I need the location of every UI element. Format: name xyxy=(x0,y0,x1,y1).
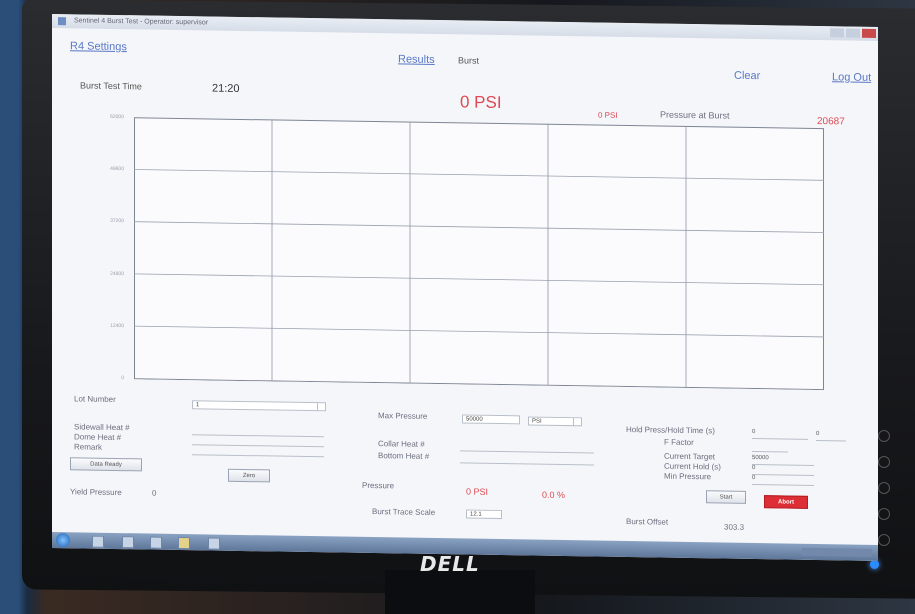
chevron-down-icon xyxy=(573,418,581,427)
start-button[interactable]: Start xyxy=(706,490,746,504)
pressure-at-burst-label: Pressure at Burst xyxy=(660,109,730,121)
results-tab[interactable]: Results xyxy=(398,53,435,66)
window-title: Sentinel 4 Burst Test - Operator: superv… xyxy=(74,17,209,27)
current-target-label: Current Target xyxy=(664,451,715,462)
taskbar-folder-icon[interactable] xyxy=(178,536,190,550)
zero-button[interactable]: Zero xyxy=(228,468,270,483)
y-tick-label: 49600 xyxy=(110,166,124,173)
burst-trace-scale-label: Burst Trace Scale xyxy=(372,507,436,518)
app-window: Sentinel 4 Burst Test - Operator: superv… xyxy=(52,14,878,561)
taskbar-explorer-icon[interactable] xyxy=(92,535,104,548)
bottom-heat-field[interactable] xyxy=(460,453,594,466)
collar-heat-field[interactable] xyxy=(460,441,594,454)
taskbar-app-icon[interactable] xyxy=(150,536,162,549)
hold-press-input[interactable]: 0 xyxy=(752,428,808,440)
plot-frame xyxy=(134,117,824,391)
f-factor-label: F Factor xyxy=(664,437,694,448)
remark-field[interactable] xyxy=(192,445,324,458)
lot-number-label: Lot Number xyxy=(74,394,116,405)
yield-pressure-value: 0 xyxy=(152,488,157,498)
max-pressure-label: Max Pressure xyxy=(378,411,428,421)
yield-pressure-label: Yield Pressure xyxy=(70,487,122,498)
burst-test-time-value: 21:20 xyxy=(212,82,240,95)
max-pressure-input[interactable]: 50000 xyxy=(462,414,520,425)
pressure-value: 0 PSI xyxy=(466,486,489,497)
power-led-icon xyxy=(870,560,879,569)
data-ready-button[interactable]: Data Ready xyxy=(70,457,142,472)
app-icon xyxy=(58,17,66,26)
taskbar-app-icon[interactable] xyxy=(122,536,134,549)
current-hold-label: Current Hold (s) xyxy=(664,461,721,472)
pressure-percent: 0.0 % xyxy=(542,489,566,501)
hold-time-input[interactable]: 0 xyxy=(816,431,846,442)
y-tick-label: 62000 xyxy=(110,113,124,121)
y-tick-label: 12400 xyxy=(110,322,124,329)
system-tray xyxy=(802,547,872,557)
burst-chart-plot xyxy=(134,117,824,391)
pressure-readout: 0 PSI xyxy=(460,92,502,113)
collar-heat-label: Collar Heat # xyxy=(378,439,425,449)
chevron-down-icon xyxy=(317,403,325,412)
monitor-stand xyxy=(385,570,535,614)
settings-link[interactable]: R4 Settings xyxy=(70,40,127,53)
y-tick-label: 24800 xyxy=(110,270,124,277)
f-factor-input[interactable] xyxy=(752,441,788,453)
min-pressure-field: 0 xyxy=(752,474,814,486)
close-button[interactable] xyxy=(862,28,876,38)
window-controls xyxy=(830,28,876,38)
start-button[interactable] xyxy=(56,533,70,548)
maximize-button[interactable] xyxy=(846,28,860,38)
minimize-button[interactable] xyxy=(830,28,844,38)
monitor-side-buttons xyxy=(878,430,890,546)
bottom-heat-label: Bottom Heat # xyxy=(378,451,430,461)
dome-heat-label: Dome Heat # xyxy=(74,432,122,443)
pressure-label: Pressure xyxy=(362,480,395,491)
y-tick-label: 0 xyxy=(121,375,124,382)
abort-button[interactable]: Abort xyxy=(764,495,808,509)
taskbar-app-icon[interactable] xyxy=(208,537,220,550)
burst-tab[interactable]: Burst xyxy=(458,55,479,65)
pressure-readout-small: 0 PSI xyxy=(598,110,618,120)
hold-press-label: Hold Press/Hold Time (s) xyxy=(626,425,715,436)
lot-number-select[interactable]: 1 xyxy=(192,400,326,412)
burst-trace-scale-input[interactable]: 12.1 xyxy=(466,509,502,520)
logout-link[interactable]: Log Out xyxy=(832,71,871,84)
sidewall-heat-label: Sidewall Heat # xyxy=(74,422,130,433)
min-pressure-label: Min Pressure xyxy=(664,471,712,482)
y-tick-label: 37200 xyxy=(110,218,124,225)
remark-label: Remark xyxy=(74,442,103,452)
burst-offset-label: Burst Offset xyxy=(626,517,669,527)
burst-test-time-label: Burst Test Time xyxy=(80,80,142,92)
pressure-unit-select[interactable]: PSI xyxy=(528,416,582,427)
clear-link[interactable]: Clear xyxy=(734,70,760,82)
burst-offset-value: 303.3 xyxy=(724,522,745,532)
monitor-brand-logo: DELL xyxy=(420,552,480,576)
